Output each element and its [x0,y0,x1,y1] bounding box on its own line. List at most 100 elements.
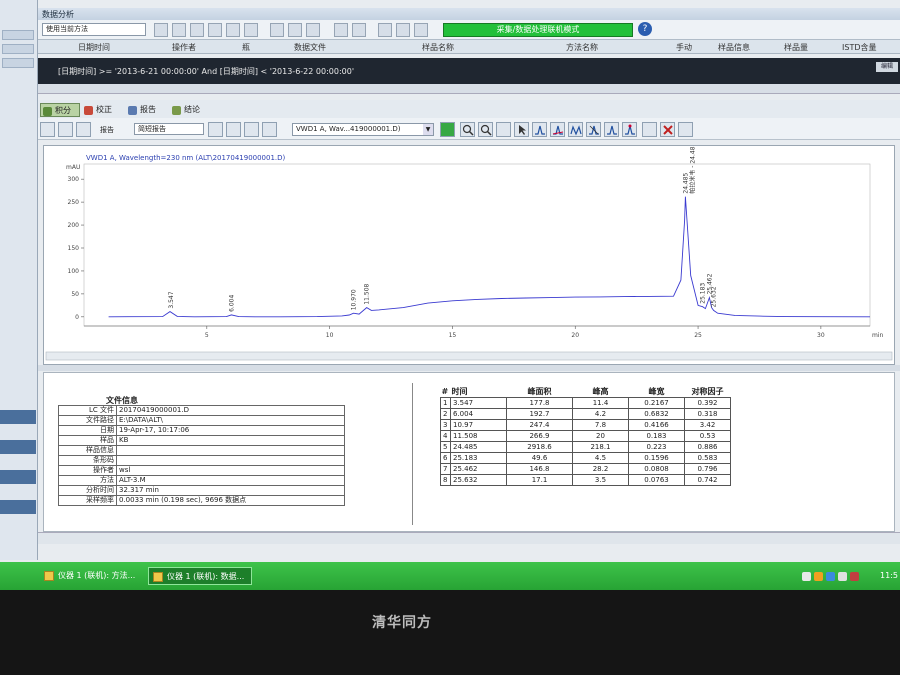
file-info-row: 文件路径 E:\DATA\ALT\ [58,415,345,426]
taskbar-item-data[interactable]: 仪器 1 (联机): 数据... [148,567,252,585]
side-panel-blue-item[interactable] [0,440,36,454]
tray-icon[interactable] [826,572,835,581]
peak-table-cell: 218.1 [572,441,629,453]
side-panel-blue-item[interactable] [0,410,36,424]
file-info-row: 采样频率 0.0033 min (0.198 sec), 9696 数据点 [58,495,345,506]
side-panel-item[interactable] [2,58,34,68]
filter-edit-button[interactable]: 编辑 [876,62,898,72]
settings-icon[interactable] [396,23,410,37]
report-icon[interactable] [288,23,302,37]
load-icon[interactable] [40,122,55,137]
peak-table-row[interactable]: 7 25.462 146.8 28.2 0.0808 0.796 [440,463,731,475]
peak-table-row[interactable]: 5 24.485 2918.6 218.1 0.223 0.886 [440,441,731,453]
report-scrollbar[interactable] [38,532,900,544]
column-header[interactable]: 日期时间 [78,42,110,53]
next-record-icon[interactable] [208,23,222,37]
peak-table-row[interactable]: 3 10.97 247.4 7.8 0.4166 3.42 [440,419,731,431]
peak-table-row[interactable]: 2 6.004 192.7 4.2 0.6832 0.318 [440,408,731,420]
apply-icon[interactable] [678,122,693,137]
copy-icon[interactable] [76,122,91,137]
taskbar-item-method[interactable]: 仪器 1 (联机): 方法... [40,567,144,585]
side-panel-blue-item[interactable] [0,470,36,484]
column-header[interactable]: 样品信息 [718,42,750,53]
file-info-value: 20170419000001.D [116,405,345,416]
baseline-icon[interactable] [550,122,565,137]
page-icon[interactable] [226,122,241,137]
column-header[interactable]: ISTD含量 [842,42,876,53]
tab-calibration[interactable]: 校正 [82,103,122,117]
tray-icon[interactable] [814,572,823,581]
signal-select-value: VWD1 A, Wav...419000001.D) [296,125,401,133]
column-header[interactable]: 数据文件 [294,42,326,53]
column-header[interactable]: 操作者 [172,42,196,53]
print-report-icon[interactable] [244,122,259,137]
info-icon[interactable] [414,23,428,37]
print-icon[interactable] [270,23,284,37]
side-panel-blue-item[interactable] [0,500,36,514]
delete-peak-icon[interactable] [604,122,619,137]
tab-conclusion[interactable]: 结论 [170,103,210,117]
report-style-select[interactable]: 简短报告 [134,123,204,135]
signal-select[interactable]: VWD1 A, Wav...419000001.D) ▼ [292,123,434,136]
prev-record-icon[interactable] [172,23,186,37]
file-info-key: 样品信息 [58,445,117,456]
window-titlebar: 数据分析 [38,8,900,20]
panel-splitter[interactable] [38,365,900,371]
task-label: 仪器 1 (联机): 方法... [58,571,136,580]
column-header[interactable]: 手动 [676,42,692,53]
column-header[interactable]: 样品量 [784,42,808,53]
tool-icon[interactable] [378,23,392,37]
method-select[interactable]: 使用当前方法 [42,23,146,36]
peak-table-row[interactable]: 8 25.632 17.1 3.5 0.0763 0.742 [440,474,731,486]
open-icon[interactable] [58,122,73,137]
layout-icon[interactable] [352,23,366,37]
last-record-icon[interactable] [226,23,240,37]
tab-integration[interactable]: 积分 [40,103,80,117]
peak-table-row[interactable]: 6 25.183 49.6 4.5 0.1596 0.583 [440,452,731,464]
zoom-reset-icon[interactable] [496,122,511,137]
horizontal-scrollbar[interactable] [38,84,900,94]
peak-table-header: 时间 [451,387,468,396]
y-tick-label: 0 [75,314,79,321]
peak-table-cell: 0.742 [684,474,731,486]
tray-icon[interactable] [850,572,859,581]
tab-label: 报告 [140,105,156,114]
chevron-down-icon[interactable]: ▼ [423,124,433,135]
peak-label-icon[interactable] [622,122,637,137]
zoom-out-icon[interactable] [478,122,493,137]
plot-frame [83,163,871,327]
help-icon[interactable]: ? [638,22,652,36]
peak-table-cell: 3.42 [684,419,731,431]
peak-icon[interactable] [532,122,547,137]
integration-event-icon[interactable] [642,122,657,137]
peak-table-cell: 49.6 [506,452,573,464]
export-report-icon[interactable] [262,122,277,137]
column-header[interactable]: 瓶 [242,42,250,53]
peak-table-row[interactable]: 1 3.547 177.8 11.4 0.2167 0.392 [440,397,731,409]
chart-title: VWD1 A, Wavelength=230 nm (ALT\201704190… [86,154,286,162]
peak-table-cell: 3.547 [450,397,507,409]
manual-integrate-icon[interactable] [586,122,601,137]
tray-icon[interactable] [838,572,847,581]
column-header[interactable]: 样品名称 [422,42,454,53]
remove-event-icon[interactable] [660,122,675,137]
column-header[interactable]: 方法名称 [566,42,598,53]
peak-table-row[interactable]: 4 11.508 266.9 20 0.183 0.53 [440,430,731,442]
zoom-in-icon[interactable] [460,122,475,137]
tray-icon[interactable] [802,572,811,581]
side-panel-item[interactable] [2,30,34,40]
integrate-icon[interactable] [440,122,455,137]
pause-icon[interactable] [244,23,258,37]
play-icon[interactable] [190,23,204,37]
save-icon[interactable] [334,23,348,37]
preview-icon[interactable] [208,122,223,137]
pointer-icon[interactable] [514,122,529,137]
export-icon[interactable] [306,23,320,37]
desktop-screen: 数据分析 使用当前方法 采集/数据处理联机模式 ? 日期时间 操作者 瓶 数据文… [0,0,900,590]
side-panel-item[interactable] [2,44,34,54]
tab-report[interactable]: 报告 [126,103,166,117]
instrument-icon [153,572,163,582]
split-peak-icon[interactable] [568,122,583,137]
first-record-icon[interactable] [154,23,168,37]
y-tick-label: 50 [71,291,79,298]
